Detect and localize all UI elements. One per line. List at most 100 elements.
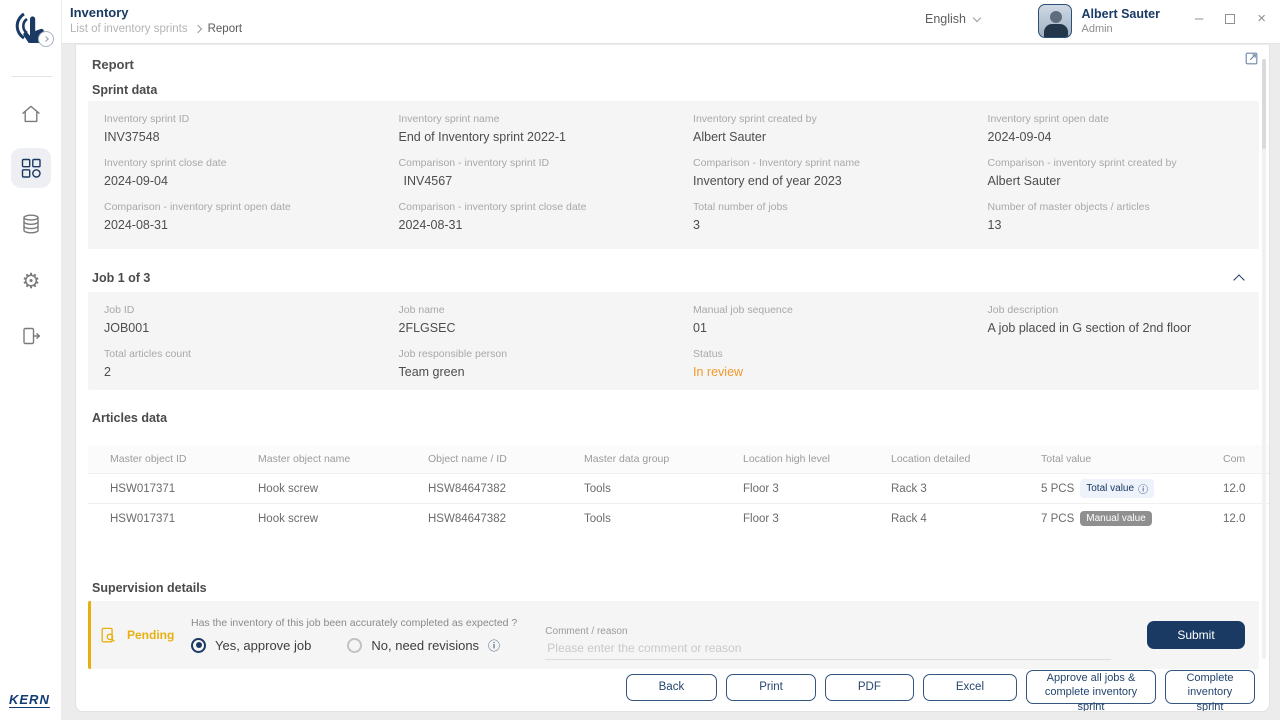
complete-inventory-sprint-button[interactable]: Complete inventory sprint <box>1165 670 1255 704</box>
close-button[interactable]: × <box>1257 10 1266 27</box>
sprint-field: Inventory sprint created byAlbert Sauter <box>693 113 988 144</box>
field-label: Inventory sprint created by <box>693 113 988 125</box>
field-label: Comparison - inventory sprint open date <box>104 201 399 213</box>
field-label: Inventory sprint ID <box>104 113 399 125</box>
approve-all-jobs-button[interactable]: Approve all jobs & complete inventory sp… <box>1026 670 1156 704</box>
column-header: Location high level <box>733 453 881 465</box>
field-label: Job ID <box>104 304 399 316</box>
approval-question-group: Has the inventory of this job been accur… <box>191 617 517 654</box>
total-value-cell: 7 PCS Manual value <box>1031 511 1213 526</box>
dashboard-icon <box>19 156 43 180</box>
field-label: Job responsible person <box>399 348 694 360</box>
column-header: Master object name <box>248 453 418 465</box>
articles-data-title: Articles data <box>92 411 167 425</box>
supervision-details-title: Supervision details <box>92 581 207 595</box>
field-value: INV4567 <box>399 174 694 188</box>
breadcrumb-current: Report <box>208 23 243 35</box>
field-value: Team green <box>399 365 694 379</box>
table-cell: HSW017371 <box>88 513 248 525</box>
column-header: Total value <box>1031 453 1213 465</box>
job-section-title: Job 1 of 3 <box>92 271 150 285</box>
sprint-field: Comparison - inventory sprint created by… <box>988 157 1259 188</box>
home-icon <box>19 102 43 126</box>
back-button[interactable]: Back <box>626 674 718 701</box>
sidebar-item-database[interactable] <box>11 204 51 244</box>
job-panel: Job IDJOB001 Job name2FLGSEC Manual job … <box>88 292 1259 390</box>
field-label: Comparison - Inventory sprint name <box>693 157 988 169</box>
sidebar: ⚙ KERN <box>0 0 62 720</box>
field-value: A job placed in G section of 2nd floor <box>988 321 1259 335</box>
maximize-icon[interactable] <box>1225 14 1235 24</box>
table-cell: HSW017371 <box>88 483 248 495</box>
print-button[interactable]: Print <box>726 674 816 701</box>
scrollbar-thumb[interactable] <box>1262 59 1266 149</box>
total-value-badge[interactable]: Total value ⓘ <box>1080 479 1154 498</box>
comment-input[interactable] <box>545 639 1111 660</box>
submit-button[interactable]: Submit <box>1147 621 1245 649</box>
sprint-data-panel: Inventory sprint ID INV37548 Inventory sp… <box>88 101 1259 249</box>
field-value: Inventory end of year 2023 <box>693 174 988 188</box>
table-cell: Tools <box>574 483 733 495</box>
table-row: HSW017371 Hook screw HSW84647382 Tools F… <box>88 473 1270 503</box>
field-label: Job name <box>399 304 694 316</box>
chevron-down-icon <box>973 13 981 21</box>
field-label: Status <box>693 348 988 360</box>
field-label: Inventory sprint open date <box>988 113 1259 125</box>
language-selector[interactable]: English <box>925 12 980 26</box>
brand-logo: KERN <box>9 692 50 707</box>
sidebar-item-home[interactable] <box>11 94 51 134</box>
column-header: Object name / ID <box>418 453 574 465</box>
sidebar-item-dashboard[interactable] <box>11 148 51 188</box>
column-header: Master data group <box>574 453 733 465</box>
field-value: 2024-08-31 <box>104 218 399 232</box>
radio-yes-approve[interactable]: Yes, approve job <box>191 638 311 653</box>
excel-button[interactable]: Excel <box>923 674 1017 701</box>
footer-actions: Back Print PDF Excel Approve all jobs & … <box>626 670 1255 704</box>
pdf-button[interactable]: PDF <box>825 674 914 701</box>
fullscreen-icon <box>1244 51 1259 66</box>
table-cell: Hook screw <box>248 483 418 495</box>
radio-selected-icon[interactable] <box>191 638 206 653</box>
field-value: JOB001 <box>104 321 399 335</box>
breadcrumb: List of inventory sprints Report <box>70 23 242 35</box>
header-bar: Inventory List of inventory sprints Repo… <box>62 0 1280 44</box>
sidebar-item-settings[interactable]: ⚙ <box>11 261 51 301</box>
radio-unselected-icon[interactable] <box>347 638 362 653</box>
articles-table: Master object ID Master object name Obje… <box>88 445 1270 533</box>
scrollbar-track[interactable] <box>1262 59 1266 659</box>
field-label: Comparison - inventory sprint created by <box>988 157 1259 169</box>
breadcrumb-parent[interactable]: List of inventory sprints <box>70 23 188 35</box>
table-cell: HSW84647382 <box>418 483 574 495</box>
sprint-field: Inventory sprint ID INV37548 <box>104 113 399 144</box>
job-field: Job ID JOB001 <box>104 304 399 335</box>
field-label: Number of master objects / articles <box>988 201 1259 213</box>
comment-field-group: Comment / reason <box>545 626 1129 660</box>
field-label: Job description <box>988 304 1259 316</box>
pending-review-icon <box>99 626 118 645</box>
table-cell: Rack 4 <box>881 513 1031 525</box>
job-collapse-button[interactable] <box>1235 271 1251 285</box>
sidebar-expand-button[interactable] <box>38 31 54 47</box>
sidebar-item-logout[interactable] <box>11 316 51 356</box>
info-icon[interactable]: ⓘ <box>488 637 500 654</box>
info-icon[interactable]: ⓘ <box>1138 481 1148 496</box>
expand-report-button[interactable] <box>1244 51 1259 71</box>
sidebar-divider <box>12 76 52 77</box>
sprint-field: Total number of jobs3 <box>693 201 988 232</box>
job-field: Manual job sequence01 <box>693 304 988 335</box>
field-value: Albert Sauter <box>988 174 1259 188</box>
radio-no-revisions[interactable]: No, need revisions ⓘ <box>347 637 500 654</box>
job-field: Job responsible person Team green <box>399 348 694 379</box>
field-value: INV37548 <box>104 130 399 144</box>
field-label: Total number of jobs <box>693 201 988 213</box>
table-row: HSW017371 Hook screw HSW84647382 Tools F… <box>88 503 1270 533</box>
manual-value-badge[interactable]: Manual value <box>1080 511 1151 526</box>
language-label: English <box>925 12 966 26</box>
supervision-question: Has the inventory of this job been accur… <box>191 617 517 629</box>
database-icon <box>19 212 43 236</box>
field-label: Total articles count <box>104 348 399 360</box>
user-menu[interactable]: Albert Sauter Admin <box>1038 4 1161 38</box>
page-title: Inventory <box>70 5 129 20</box>
sprint-field: Comparison - inventory sprint IDINV4567 <box>399 157 694 188</box>
minimize-button[interactable]: – <box>1195 10 1203 27</box>
